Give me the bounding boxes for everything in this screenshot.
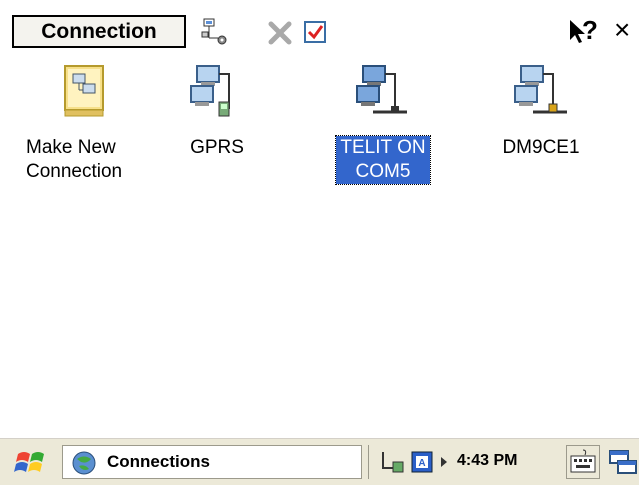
task-label: Connections bbox=[107, 452, 210, 471]
keyboard-icon bbox=[570, 449, 596, 473]
network-properties-icon bbox=[201, 18, 227, 45]
make-new-connection-icon bbox=[64, 65, 104, 117]
checkbox-properties-icon bbox=[304, 21, 326, 43]
network-connection-icon bbox=[190, 65, 230, 117]
properties-button[interactable] bbox=[300, 16, 332, 48]
show-desktop-icon[interactable] bbox=[606, 447, 639, 479]
close-button[interactable]: × bbox=[614, 14, 639, 46]
connections-task-button[interactable]: Connections bbox=[62, 445, 362, 479]
input-mode-icon[interactable]: A bbox=[411, 451, 433, 473]
telit-on-com5-connection-item[interactable]: TELIT ON COM5 bbox=[318, 60, 448, 185]
connection-menu-button[interactable]: Connection bbox=[12, 15, 186, 48]
network-connection-icon bbox=[356, 65, 407, 114]
dm9ce1-connection-item[interactable]: DM9CE1 bbox=[476, 60, 606, 160]
item-label: GPRS bbox=[190, 137, 244, 158]
help-question-mark: ? bbox=[582, 15, 598, 45]
gprs-connection-item[interactable]: GPRS bbox=[152, 60, 282, 160]
delete-button[interactable] bbox=[264, 16, 296, 48]
system-tray: A 4:43 PM bbox=[368, 445, 568, 479]
item-label: Make New bbox=[26, 137, 116, 158]
taskbar: Connections A 4:43 PM bbox=[0, 438, 639, 485]
make-new-connection-item[interactable]: Make New Connection bbox=[20, 60, 150, 184]
start-windows-flag-icon[interactable] bbox=[12, 448, 52, 478]
item-label-selected: TELIT ON COM5 bbox=[335, 135, 431, 185]
whats-this-help-button[interactable]: ? bbox=[566, 15, 598, 48]
keyboard-button[interactable] bbox=[566, 445, 600, 479]
connection-status-icon[interactable] bbox=[379, 450, 405, 474]
item-label-line2: Connection bbox=[26, 161, 123, 182]
network-connection-icon bbox=[514, 65, 567, 114]
toolbar: Connection ? × bbox=[0, 0, 639, 55]
delete-x-icon bbox=[268, 21, 292, 45]
connection-properties-button[interactable] bbox=[198, 16, 230, 48]
connections-globe-icon bbox=[72, 451, 96, 475]
item-label-line1: TELIT ON bbox=[340, 137, 426, 158]
clock[interactable]: 4:43 PM bbox=[457, 452, 517, 470]
tray-expand-arrow-icon[interactable] bbox=[439, 456, 449, 468]
item-label: DM9CE1 bbox=[502, 137, 580, 158]
item-label-line2: COM5 bbox=[355, 161, 411, 182]
svg-text:A: A bbox=[418, 458, 425, 469]
